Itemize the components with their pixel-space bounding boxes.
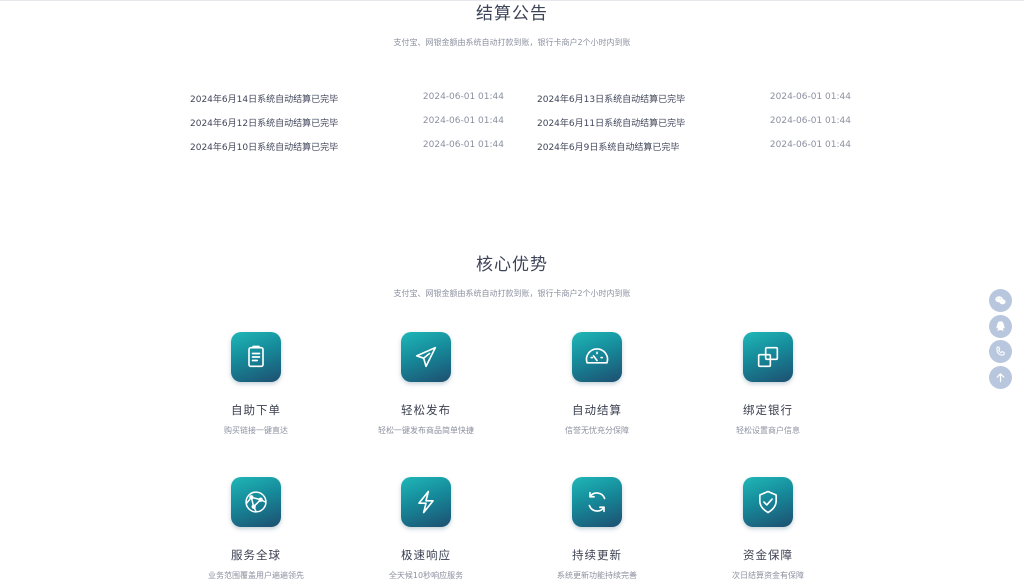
notice-text: 2024年6月10日系统自动结算已完毕 [190,143,339,153]
phone-button[interactable] [989,340,1012,363]
feature-desc: 全天候10秒响应服务 [388,571,464,580]
notice-date: 2024-06-01 01:44 [769,116,851,126]
notice-date: 2024-06-01 01:44 [422,116,504,126]
notice-date: 2024-06-01 01:44 [422,92,504,102]
notice-text: 2024年6月14日系统自动结算已完毕 [190,95,339,105]
notice-text: 2024年6月11日系统自动结算已完毕 [537,119,686,129]
advantages-title: 核心优势 [476,255,548,275]
back-to-top-icon [996,373,1005,383]
qq-button[interactable] [989,315,1012,338]
notice-date: 2024-06-01 01:44 [422,140,504,150]
notice-item[interactable]: 2024年6月9日系统自动结算已完毕 2024-06-01 01:44 [537,140,851,154]
paper-plane-icon [401,332,451,382]
layers-icon [743,332,793,382]
feature-title: 自动结算 [572,403,622,417]
notice-item[interactable]: 2024年6月13日系统自动结算已完毕 2024-06-01 01:44 [537,92,851,106]
globe-network-icon [231,477,281,527]
qq-icon [996,321,1005,331]
lightning-icon [401,477,451,527]
notice-text: 2024年6月12日系统自动结算已完毕 [190,119,339,129]
feature-title: 极速响应 [401,548,451,562]
notice-date: 2024-06-01 01:44 [769,140,851,150]
feature-easy-publish: 轻松发布 轻松一键发布商品简单快捷 [341,332,511,436]
notice-text: 2024年6月9日系统自动结算已完毕 [537,143,680,153]
feature-title: 自助下单 [231,403,281,417]
feature-desc: 信誉无忧充分保障 [565,426,629,435]
feature-title: 服务全球 [231,548,281,562]
feature-desc: 轻松一键发布商品简单快捷 [378,426,474,435]
announcement-title: 结算公告 [476,4,548,24]
advantages-subtitle: 支付宝、网银金额由系统自动打款到账，银行卡商户2个小时内到账 [393,289,631,298]
feature-global-service: 服务全球 业务范围覆盖用户遍遍领先 [171,477,341,581]
feature-title: 持续更新 [572,548,622,562]
feature-desc: 轻松设置商户信息 [736,426,800,435]
notice-text: 2024年6月13日系统自动结算已完毕 [537,95,686,105]
shield-check-icon [743,477,793,527]
feature-title: 资金保障 [743,548,793,562]
feature-continuous-update: 持续更新 系统更新功能持续完善 [512,477,682,581]
notice-item[interactable]: 2024年6月11日系统自动结算已完毕 2024-06-01 01:44 [537,116,851,130]
feature-fast-response: 极速响应 全天候10秒响应服务 [341,477,511,581]
feature-title: 轻松发布 [401,403,451,417]
phone-icon [996,346,1005,356]
wechat-icon [995,296,1006,305]
notice-date: 2024-06-01 01:44 [769,92,851,102]
feature-fund-security: 资金保障 次日结算资金有保障 [683,477,853,581]
wechat-button[interactable] [989,289,1012,312]
speedometer-icon [572,332,622,382]
notice-item[interactable]: 2024年6月10日系统自动结算已完毕 2024-06-01 01:44 [190,140,504,154]
feature-desc: 购买链接一键直达 [224,426,288,435]
feature-desc: 次日结算资金有保障 [732,571,804,580]
feature-title: 绑定银行 [743,403,793,417]
feature-desc: 系统更新功能持续完善 [557,571,637,580]
feature-bind-bank: 绑定银行 轻松设置商户信息 [683,332,853,436]
back-to-top-button[interactable] [989,366,1012,389]
announcement-subtitle: 支付宝、网银金额由系统自动打款到账，银行卡商户2个小时内到账 [393,38,631,47]
notice-item[interactable]: 2024年6月14日系统自动结算已完毕 2024-06-01 01:44 [190,92,504,106]
notice-item[interactable]: 2024年6月12日系统自动结算已完毕 2024-06-01 01:44 [190,116,504,130]
clipboard-icon [231,332,281,382]
feature-desc: 业务范围覆盖用户遍遍领先 [208,571,304,580]
feature-self-order: 自助下单 购买链接一键直达 [171,332,341,436]
refresh-icon [572,477,622,527]
feature-auto-settle: 自动结算 信誉无忧充分保障 [512,332,682,436]
